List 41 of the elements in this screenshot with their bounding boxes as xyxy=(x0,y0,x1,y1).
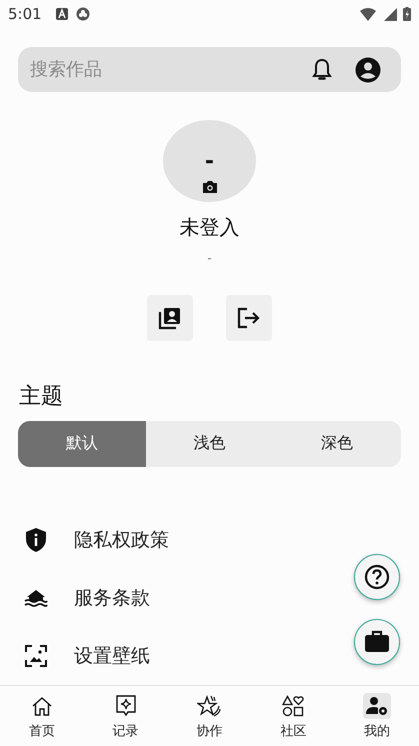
toolbox-button[interactable] xyxy=(354,619,400,665)
wifi-icon xyxy=(360,8,376,20)
user-name: 未登入 xyxy=(180,214,240,241)
briefcase-icon xyxy=(364,630,390,654)
section-title: 主题 xyxy=(19,382,63,411)
menu-item[interactable]: 服务条款 xyxy=(74,585,150,611)
wallpaper-icon xyxy=(24,645,48,667)
logout-button[interactable] xyxy=(226,294,272,341)
nav-item[interactable]: 社区 xyxy=(251,686,336,746)
user-subtitle: - xyxy=(207,250,212,265)
theme-option[interactable]: 默认 xyxy=(18,420,146,467)
house-waves-icon xyxy=(24,589,48,607)
star-icon xyxy=(197,694,222,716)
menu-item[interactable]: 设置壁纸 xyxy=(74,643,150,669)
nav-item[interactable]: 我的 xyxy=(335,686,419,746)
status-time: 5:01 xyxy=(8,5,42,23)
home-icon xyxy=(30,696,53,716)
search-bar[interactable]: 搜索作品 xyxy=(18,47,401,92)
shapes-icon xyxy=(282,694,304,716)
battery-icon xyxy=(403,7,411,21)
user-settings-icon xyxy=(366,696,388,716)
help-icon xyxy=(364,564,390,590)
avatar[interactable]: - xyxy=(163,120,256,202)
search-field[interactable]: 搜索作品 xyxy=(28,58,289,82)
logout-icon xyxy=(237,306,261,329)
clover-icon xyxy=(76,7,90,21)
help-button[interactable] xyxy=(354,554,400,600)
nav-item[interactable]: 记录 xyxy=(84,686,168,746)
bell-icon[interactable] xyxy=(311,58,333,82)
signal-icon xyxy=(384,8,397,20)
sparkle-note-icon xyxy=(116,694,136,716)
nav-item[interactable]: 首页 xyxy=(0,686,84,746)
account-icon[interactable] xyxy=(355,56,381,83)
notification-icon xyxy=(56,8,68,20)
shield-info-icon xyxy=(24,527,48,553)
menu-item[interactable]: 隐私权政策 xyxy=(74,527,169,553)
portrait-stack-icon xyxy=(158,306,182,330)
nav-item[interactable]: 协作 xyxy=(168,686,252,746)
avatar-text: - xyxy=(204,148,214,174)
profile-gallery-button[interactable] xyxy=(147,294,193,341)
camera-icon[interactable] xyxy=(202,180,218,194)
